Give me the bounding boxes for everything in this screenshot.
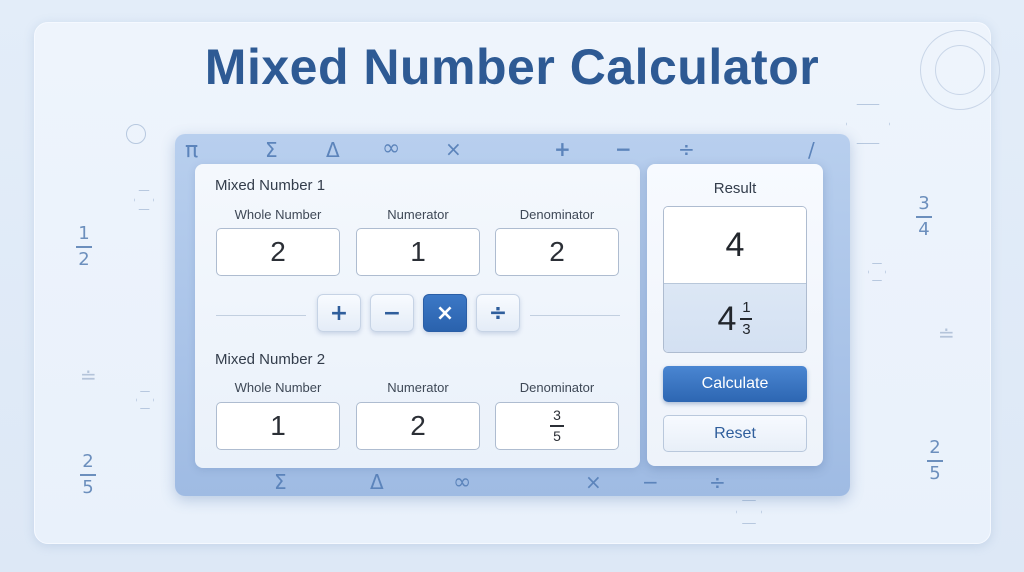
divider-left [216, 315, 306, 316]
result-mixed-number: 4 13 [664, 283, 806, 352]
reset-button[interactable]: Reset [663, 415, 807, 452]
times-symbol: × [585, 470, 602, 494]
right-fraction-decor: 25 [927, 438, 943, 484]
sigma-symbol: Σ [274, 470, 287, 494]
left-fraction-decor: 25 [80, 452, 96, 498]
mixed-number-2-title: Mixed Number 2 [215, 351, 326, 368]
add-button[interactable]: + [317, 294, 361, 332]
times-symbol: × [445, 137, 462, 161]
pi-symbol: π [185, 138, 199, 163]
sigma-symbol: Σ [265, 138, 278, 162]
divide-symbol: ÷ [709, 470, 726, 494]
infinity-symbol: ∞ [382, 136, 401, 161]
mixed-2-denominator-input[interactable]: 35 [495, 402, 619, 450]
denominator-label: Denominator [519, 380, 595, 395]
slash-symbol: / [808, 138, 815, 162]
mixed-1-denominator-input[interactable]: 2 [495, 228, 619, 276]
mixed-2-whole-input[interactable]: 1 [216, 402, 340, 450]
mixed-number-1-title: Mixed Number 1 [215, 177, 326, 194]
result-whole: 4 [717, 299, 737, 338]
divide-button[interactable]: ÷ [476, 294, 520, 332]
numerator-label: Numerator [387, 207, 449, 222]
denominator-fraction: 35 [550, 408, 564, 443]
delta-symbol: Δ [326, 138, 340, 162]
equals-decor-icon: ≐ [80, 364, 97, 388]
minus-symbol: − [615, 137, 632, 161]
result-label: Result [713, 180, 757, 197]
left-fraction-decor: 12 [76, 224, 92, 270]
equals-decor-icon: ≐ [938, 322, 955, 346]
numerator-label: Numerator [387, 380, 449, 395]
page-title: Mixed Number Calculator [204, 39, 820, 95]
calculate-button[interactable]: Calculate [663, 366, 807, 402]
whole-number-label: Whole Number [234, 380, 322, 395]
circle-decor [126, 124, 146, 144]
multiply-button[interactable]: × [423, 294, 467, 332]
mixed-1-numerator-input[interactable]: 1 [356, 228, 480, 276]
divider-right [530, 315, 620, 316]
plus-symbol: + [554, 137, 571, 161]
mixed-2-numerator-input[interactable]: 2 [356, 402, 480, 450]
denominator-label: Denominator [519, 207, 595, 222]
delta-symbol: Δ [370, 470, 384, 494]
divide-symbol: ÷ [678, 137, 695, 161]
infinity-symbol: ∞ [453, 470, 472, 495]
whole-number-label: Whole Number [234, 207, 322, 222]
result-panel: Result 4 4 13 Calculate Reset [647, 164, 823, 466]
right-fraction-decor: 34 [916, 194, 932, 240]
mixed-1-whole-input[interactable]: 2 [216, 228, 340, 276]
result-value: 4 [664, 207, 806, 283]
minus-symbol: − [642, 470, 659, 494]
result-fraction: 13 [740, 299, 753, 338]
subtract-button[interactable]: − [370, 294, 414, 332]
result-display: 4 4 13 [663, 206, 807, 353]
